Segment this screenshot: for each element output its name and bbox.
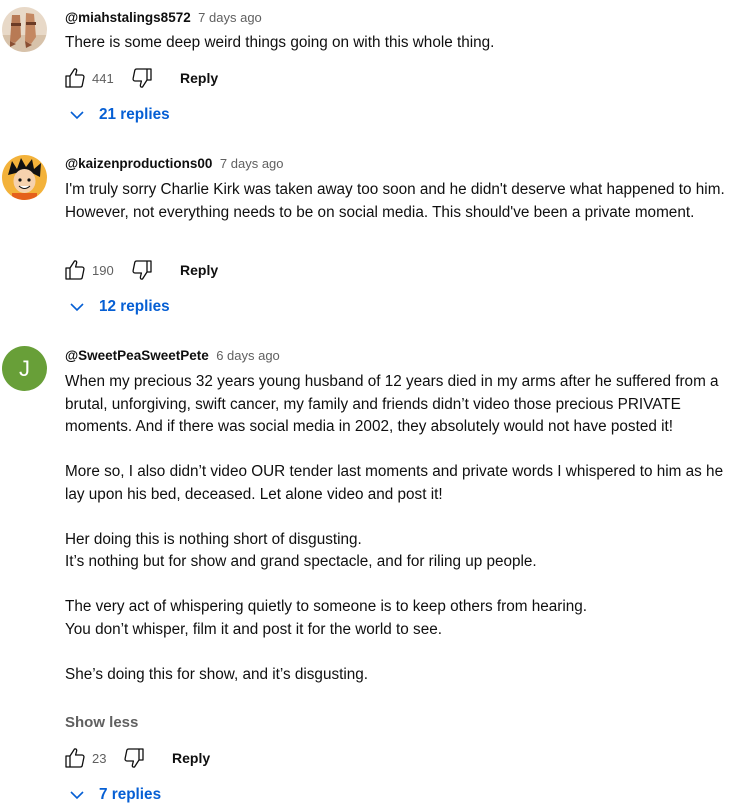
comment-actions: 441 Reply <box>63 63 218 93</box>
comment-timestamp[interactable]: 6 days ago <box>216 348 280 363</box>
avatar-letter: J <box>19 355 30 381</box>
dislike-button[interactable] <box>130 258 154 282</box>
comment-paragraph: When my precious 32 years young husband … <box>65 373 719 435</box>
comment-text: I'm truly sorry Charlie Kirk was taken a… <box>65 179 725 224</box>
dislike-button[interactable] <box>130 66 154 90</box>
user-avatar[interactable] <box>2 7 47 52</box>
chevron-down-icon <box>68 106 86 124</box>
like-button[interactable] <box>63 258 87 282</box>
comment-paragraph: Her doing this is nothing short of disgu… <box>65 530 537 571</box>
thumbs-down-icon <box>132 260 152 280</box>
view-replies-button[interactable]: 21 replies <box>68 106 170 124</box>
author-handle[interactable]: @SweetPeaSweetPete <box>65 348 209 363</box>
comment-line: There is some deep weird things going on… <box>65 34 495 51</box>
user-avatar[interactable] <box>2 155 47 200</box>
author-handle[interactable]: @kaizenproductions00 <box>65 156 212 171</box>
reply-button[interactable]: Reply <box>180 70 218 86</box>
thumbs-up-icon <box>65 68 85 88</box>
comment-line: However, not everything needs to be on s… <box>65 203 695 221</box>
reply-button[interactable]: Reply <box>172 750 210 766</box>
show-less-button[interactable]: Show less <box>65 714 138 731</box>
reply-button[interactable]: Reply <box>180 262 218 278</box>
like-count: 23 <box>92 750 107 766</box>
comment-text: When my precious 32 years young husband … <box>65 371 725 686</box>
comment-actions: 190 Reply <box>63 255 218 285</box>
comment-actions: 23 Reply <box>63 743 210 773</box>
chevron-down-icon <box>68 786 86 804</box>
dislike-button[interactable] <box>122 746 146 770</box>
comment-paragraph: She’s doing this for show, and it’s disg… <box>65 665 369 683</box>
comment-paragraph: The very act of whispering quietly to so… <box>65 598 588 638</box>
chevron-down-icon <box>68 298 86 316</box>
thumbs-up-icon <box>65 748 85 768</box>
comment-timestamp[interactable]: 7 days ago <box>220 156 284 171</box>
thumbs-down-icon <box>132 68 152 88</box>
comment-header: @miahstalings8572 7 days ago <box>65 9 262 27</box>
thumbs-down-icon <box>124 748 144 768</box>
author-handle[interactable]: @miahstalings8572 <box>65 10 191 25</box>
like-button[interactable] <box>63 66 87 90</box>
like-button[interactable] <box>63 746 87 770</box>
replies-count-label[interactable]: 21 replies <box>99 106 170 124</box>
user-avatar[interactable]: J <box>2 346 47 391</box>
like-count: 190 <box>92 262 114 278</box>
replies-count-label[interactable]: 7 replies <box>99 786 161 804</box>
view-replies-button[interactable]: 12 replies <box>68 298 170 316</box>
comment-header: @SweetPeaSweetPete 6 days ago <box>65 347 280 365</box>
photo-avatar-icon <box>2 7 47 52</box>
comment-line: I'm truly sorry Charlie Kirk was taken a… <box>65 181 725 198</box>
thumbs-up-icon <box>65 260 85 280</box>
comment-text: There is some deep weird things going on… <box>65 32 725 55</box>
replies-count-label[interactable]: 12 replies <box>99 298 170 316</box>
like-count: 441 <box>92 70 114 86</box>
view-replies-button[interactable]: 7 replies <box>68 786 161 804</box>
comment-header: @kaizenproductions00 7 days ago <box>65 155 284 173</box>
comment-timestamp[interactable]: 7 days ago <box>198 10 262 25</box>
cartoon-avatar-icon <box>2 155 47 200</box>
comment-paragraph: More so, I also didn’t video OUR tender … <box>65 463 724 503</box>
